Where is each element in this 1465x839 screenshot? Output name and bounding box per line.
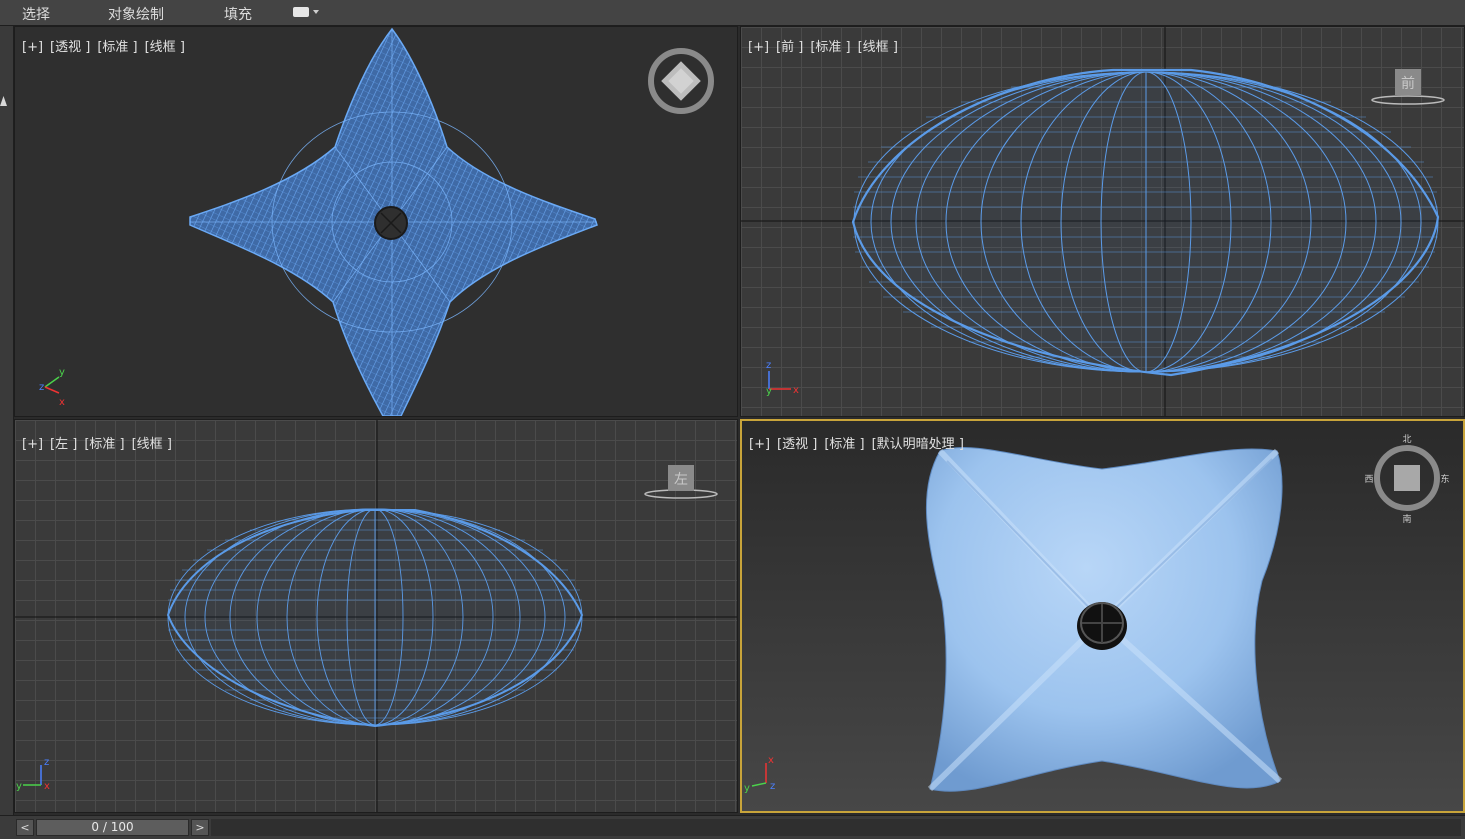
viewport-front[interactable]: [+] [前 ] [标准 ] [线框 ] 前 z y x <box>740 26 1465 417</box>
menu-object-paint[interactable]: 对象绘制 <box>108 4 164 24</box>
viewport-standard-label[interactable]: [标准 ] <box>824 437 864 452</box>
front-wireframe-svg: 前 z y x <box>741 27 1464 416</box>
compass-south: 南 <box>1402 513 1411 525</box>
menu-bar: 选择 对象绘制 填充 <box>0 0 1465 26</box>
compass-east: 东 <box>1440 473 1449 485</box>
viewport-label[interactable]: [+] [透视 ] [标准 ] [默认明暗处理 ] <box>749 433 971 452</box>
viewport-menu-plus[interactable]: [+] <box>748 40 769 55</box>
viewport-left[interactable]: [+] [左 ] [标准 ] [线框 ] 左 z y x <box>14 419 738 813</box>
left-wireframe-svg: 左 z y x <box>15 420 737 812</box>
arrow-up-icon[interactable] <box>0 96 7 106</box>
compass-west: 西 <box>1364 474 1373 485</box>
viewport-shading-label[interactable]: [默认明暗处理 ] <box>872 437 964 452</box>
viewport-view-label[interactable]: [透视 ] <box>777 437 817 452</box>
ellipsoid-wireframe-left <box>166 508 584 728</box>
svg-text:x: x <box>44 781 50 792</box>
time-slider-bar: < 0 / 100 > <box>0 815 1465 839</box>
viewcube-left-icon: 左 <box>644 465 718 499</box>
viewport-menu-plus[interactable]: [+] <box>22 437 43 452</box>
viewport-shading-label[interactable]: [线框 ] <box>145 40 185 55</box>
viewport-shading-label[interactable]: [线框 ] <box>858 40 898 55</box>
viewcube-face-label: 左 <box>674 472 688 488</box>
time-slider-track[interactable] <box>211 819 1461 836</box>
viewport-standard-label[interactable]: [标准 ] <box>97 40 137 55</box>
svg-text:y: y <box>766 386 772 397</box>
menu-select[interactable]: 选择 <box>22 4 50 24</box>
ellipsoid-wireframe-front <box>851 68 1440 377</box>
perspective-shaded-svg: 北 东 南 西 x y z <box>744 434 1450 794</box>
viewport-perspective[interactable]: [+] [透视 ] [标准 ] [默认明暗处理 ] 北 东 南 西 x y z <box>740 419 1465 813</box>
viewport-label[interactable]: [+] [透视 ] [标准 ] [线框 ] <box>22 36 192 55</box>
svg-text:x: x <box>59 397 65 408</box>
top-wireframe-svg: y z x <box>39 27 714 416</box>
svg-text:z: z <box>766 360 771 371</box>
svg-text:y: y <box>59 367 65 378</box>
svg-text:y: y <box>744 783 750 794</box>
prev-frame-button[interactable]: < <box>16 819 34 836</box>
viewport-view-label[interactable]: [透视 ] <box>50 40 90 55</box>
axis-tripod-icon: y z x <box>39 367 65 408</box>
viewcube-front-icon: 前 <box>1371 69 1445 105</box>
viewport-standard-label[interactable]: [标准 ] <box>84 437 124 452</box>
viewport-view-label[interactable]: [左 ] <box>50 437 77 452</box>
compass-north: 北 <box>1402 434 1411 445</box>
viewcube-perspective-icon: 北 东 南 西 <box>1364 434 1449 525</box>
menu-fill[interactable]: 填充 <box>224 4 252 24</box>
next-frame-button[interactable]: > <box>191 819 209 836</box>
ribbon-icon <box>293 7 309 17</box>
viewport-label[interactable]: [+] [前 ] [标准 ] [线框 ] <box>748 36 905 55</box>
chevron-down-icon <box>313 10 319 14</box>
axis-tripod-icon: z y x <box>16 757 50 792</box>
viewport-menu-plus[interactable]: [+] <box>22 40 43 55</box>
viewcube-face-label: 前 <box>1401 75 1415 92</box>
svg-text:y: y <box>16 781 22 792</box>
viewport-label[interactable]: [+] [左 ] [标准 ] [线框 ] <box>22 433 179 452</box>
time-slider-thumb[interactable]: 0 / 100 <box>36 819 189 836</box>
viewport-top[interactable]: [+] [透视 ] [标准 ] [线框 ] y z x <box>14 26 738 417</box>
viewport-standard-label[interactable]: [标准 ] <box>810 40 850 55</box>
left-command-strip <box>0 26 14 815</box>
svg-text:z: z <box>770 781 775 792</box>
viewport-menu-plus[interactable]: [+] <box>749 437 770 452</box>
ribbon-toggle-dropdown[interactable] <box>293 7 319 17</box>
viewcube-top-icon <box>648 48 714 114</box>
svg-text:x: x <box>768 755 774 766</box>
axis-tripod-icon: z y x <box>766 360 799 397</box>
svg-text:x: x <box>793 385 799 396</box>
svg-text:z: z <box>44 757 49 768</box>
viewport-view-label[interactable]: [前 ] <box>776 40 803 55</box>
svg-text:z: z <box>39 382 44 393</box>
viewport-shading-label[interactable]: [线框 ] <box>132 437 172 452</box>
axis-tripod-icon: x y z <box>744 755 775 794</box>
